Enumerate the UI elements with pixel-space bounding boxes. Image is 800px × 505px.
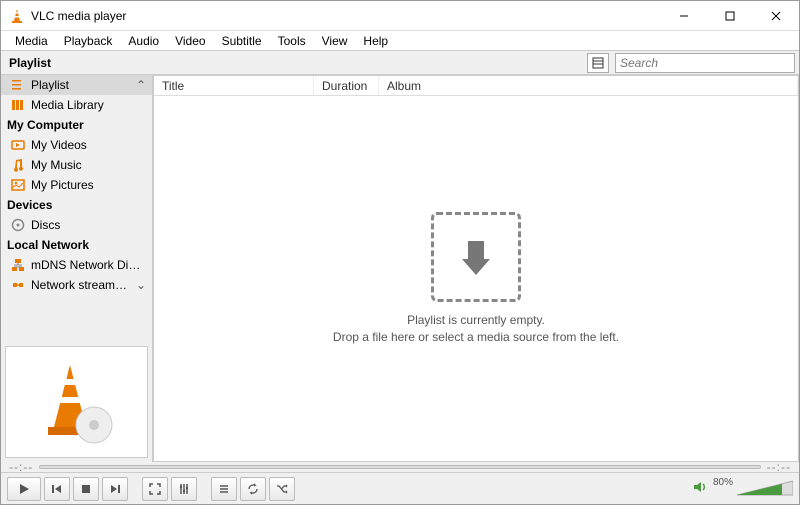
title-bar: VLC media player [1,1,799,31]
sidebar-tree: Playlist ⌃ Media Library My Computer My … [1,75,152,342]
sidebar: Playlist ⌃ Media Library My Computer My … [1,75,153,462]
sidebar-item-my-pictures[interactable]: My Pictures [1,175,152,195]
menu-bar: Media Playback Audio Video Subtitle Tool… [1,31,799,51]
library-icon [11,98,25,112]
sidebar-item-playlist[interactable]: Playlist ⌃ [1,75,152,95]
previous-button[interactable] [44,477,70,501]
playlist-toolbar: Playlist [1,51,799,75]
sidebar-item-discs[interactable]: Discs [1,215,152,235]
sidebar-item-my-music[interactable]: My Music [1,155,152,175]
sidebar-item-label: My Videos [31,138,146,152]
playlist-icon [11,78,25,92]
menu-help[interactable]: Help [355,32,396,50]
vlc-cone-icon [9,8,25,24]
expand-icon[interactable]: ⌄ [136,278,146,292]
sidebar-group-my-computer: My Computer [1,115,152,135]
column-headers: Title Duration Album [154,76,798,96]
sidebar-item-mdns[interactable]: mDNS Network Disco... [1,255,152,275]
sidebar-item-label: Discs [31,218,146,232]
menu-tools[interactable]: Tools [270,32,314,50]
menu-view[interactable]: View [314,32,356,50]
view-mode-button[interactable] [587,53,609,73]
loop-button[interactable] [240,477,266,501]
close-button[interactable] [753,1,799,30]
sidebar-item-media-library[interactable]: Media Library [1,95,152,115]
play-button[interactable] [7,477,41,501]
sidebar-item-label: Playlist [31,78,130,92]
menu-video[interactable]: Video [167,32,213,50]
playlist-toggle-button[interactable] [211,477,237,501]
search-input[interactable] [615,53,795,73]
extended-settings-button[interactable] [171,477,197,501]
sidebar-item-my-videos[interactable]: My Videos [1,135,152,155]
window-title: VLC media player [31,9,661,23]
menu-media[interactable]: Media [7,32,56,50]
playback-controls: 80% [1,472,799,504]
sidebar-group-devices: Devices [1,195,152,215]
drop-target-icon [431,212,521,302]
seek-slider[interactable] [39,465,760,469]
mute-button[interactable] [693,480,709,497]
sidebar-item-label: Media Library [31,98,146,112]
volume-slider[interactable] [737,480,793,498]
network-icon [11,258,25,272]
column-duration[interactable]: Duration [314,76,379,95]
picture-icon [11,178,25,192]
next-button[interactable] [102,477,128,501]
empty-drop-zone[interactable]: Playlist is currently empty. Drop a file… [154,96,798,461]
fullscreen-button[interactable] [142,477,168,501]
empty-message: Playlist is currently empty. Drop a file… [333,312,619,346]
minimize-button[interactable] [661,1,707,30]
music-icon [11,158,25,172]
column-title[interactable]: Title [154,76,314,95]
volume-percent: 80% [713,477,733,488]
menu-playback[interactable]: Playback [56,32,121,50]
sidebar-group-local-network: Local Network [1,235,152,255]
sidebar-item-label: My Music [31,158,146,172]
playlist-label: Playlist [5,56,587,70]
maximize-button[interactable] [707,1,753,30]
album-art-placeholder [5,346,148,458]
menu-audio[interactable]: Audio [120,32,167,50]
sidebar-item-sap[interactable]: Network streams (SAP) ⌄ [1,275,152,295]
sidebar-item-label: My Pictures [31,178,146,192]
disc-icon [11,218,25,232]
playlist-panel: Title Duration Album Playlist is current… [153,75,799,462]
menu-subtitle[interactable]: Subtitle [214,32,270,50]
collapse-icon[interactable]: ⌃ [136,78,146,92]
stream-icon [11,278,25,292]
shuffle-button[interactable] [269,477,295,501]
stop-button[interactable] [73,477,99,501]
sidebar-item-label: mDNS Network Disco... [31,258,146,272]
seek-bar-row: --:-- --:-- [1,462,799,472]
video-icon [11,138,25,152]
column-album[interactable]: Album [379,76,798,95]
sidebar-item-label: Network streams (SAP) [31,278,130,292]
